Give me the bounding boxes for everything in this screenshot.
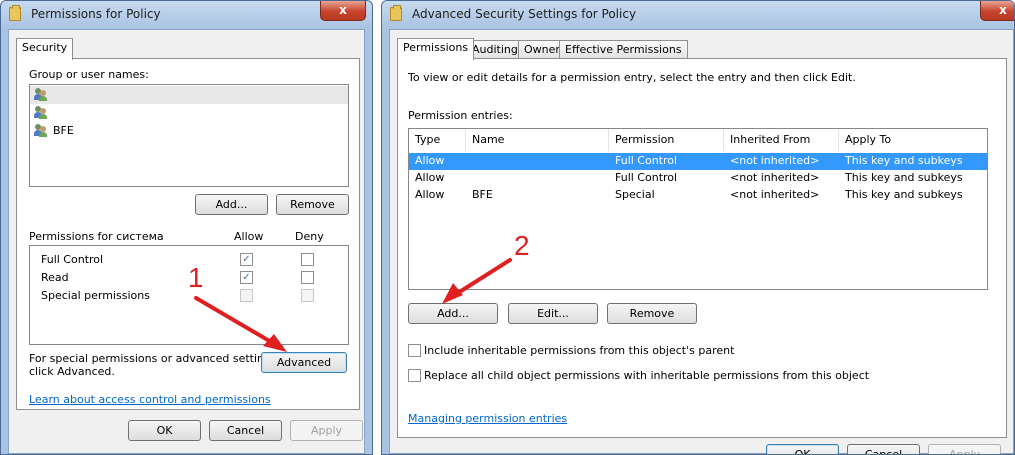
annotation-arrows (194, 258, 512, 352)
arrow-head-2 (442, 283, 463, 304)
tab-permissions[interactable]: Permissions (397, 38, 475, 60)
tab-security[interactable]: Security (16, 38, 74, 60)
arrow-head-1 (263, 334, 287, 352)
arrow-to-advanced (194, 296, 280, 348)
